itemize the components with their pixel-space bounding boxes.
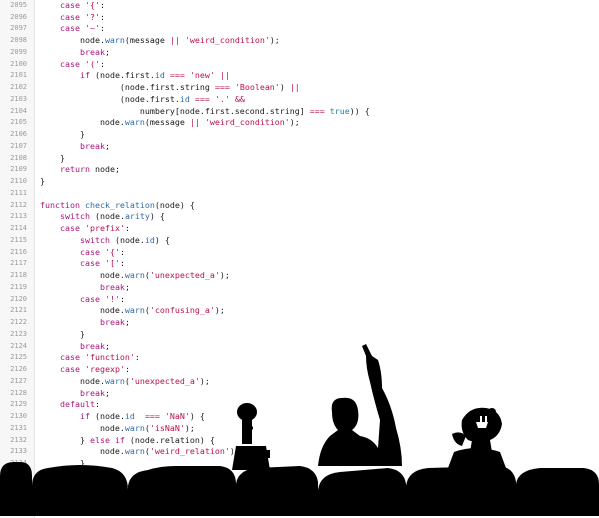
theater-silhouette-icon — [0, 344, 599, 516]
